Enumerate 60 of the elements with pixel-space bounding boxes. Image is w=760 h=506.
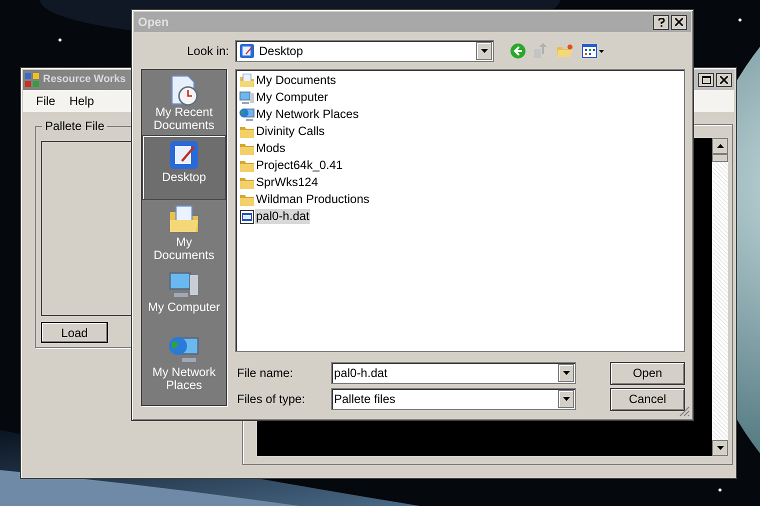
dropdown-button[interactable] xyxy=(558,364,574,382)
computer-icon xyxy=(239,90,255,106)
file-list-entry[interactable]: My Computer xyxy=(255,90,330,105)
globe-computer-icon xyxy=(239,106,255,122)
close-button[interactable] xyxy=(716,73,732,87)
maximize-icon xyxy=(702,76,710,84)
cancel-button[interactable]: Cancel xyxy=(610,388,685,410)
scroll-down-button[interactable] xyxy=(712,440,728,456)
maximize-button[interactable] xyxy=(698,73,714,87)
look-in-value: Desktop xyxy=(259,43,304,60)
dialog-title: Open xyxy=(138,14,169,31)
place-item[interactable]: My Documents xyxy=(142,200,226,265)
app-icon xyxy=(25,73,39,87)
caret-icon xyxy=(562,397,570,401)
file-list-entry[interactable]: My Network Places xyxy=(255,107,360,122)
help-button[interactable] xyxy=(653,14,669,30)
question-mark-icon xyxy=(658,18,664,26)
file-list-entry[interactable]: Divinity Calls xyxy=(255,124,326,139)
file-name-label: File name: xyxy=(237,365,294,382)
dropdown-button[interactable] xyxy=(476,42,492,60)
down-triangle-icon xyxy=(716,446,724,450)
scroll-thumb[interactable] xyxy=(712,154,728,162)
file-type-label: Files of type: xyxy=(237,391,306,408)
scroll-up-button[interactable] xyxy=(712,138,728,154)
place-item[interactable]: Desktop xyxy=(142,135,226,200)
menu-item[interactable]: File xyxy=(31,92,60,110)
place-item[interactable]: My Network Places xyxy=(142,330,226,395)
open-button[interactable]: Open xyxy=(610,362,685,384)
file-icon xyxy=(239,208,255,224)
close-icon xyxy=(675,18,683,26)
file-name-field[interactable]: pal0-h.dat xyxy=(331,362,576,384)
file-list-entry[interactable]: Mods xyxy=(255,141,286,156)
file-type-value: Pallete files xyxy=(334,391,396,408)
window-title: Resource Works xyxy=(43,72,126,88)
look-in-label: Look in: xyxy=(186,43,229,60)
desktop-icon xyxy=(168,139,200,171)
close-button[interactable] xyxy=(671,14,687,30)
folder-document-icon xyxy=(239,72,255,88)
new-folder-icon[interactable] xyxy=(557,44,573,58)
close-icon xyxy=(720,76,728,84)
file-list-entry[interactable]: Wildman Productions xyxy=(255,192,370,207)
group-title: Pallete File xyxy=(42,119,108,133)
up-triangle-icon xyxy=(716,144,724,148)
caret-icon xyxy=(480,49,488,53)
view-menu-icon[interactable] xyxy=(582,44,604,58)
place-item[interactable]: My Recent Documents xyxy=(142,70,226,135)
dropdown-button[interactable] xyxy=(558,390,574,408)
caret-icon xyxy=(562,371,570,375)
place-item[interactable]: My Computer xyxy=(142,265,226,330)
file-list-entry[interactable]: My Documents xyxy=(255,73,338,88)
file-list-entry[interactable]: pal0-h.dat xyxy=(255,209,310,224)
resize-grip-icon[interactable] xyxy=(679,406,690,417)
file-name-value: pal0-h.dat xyxy=(334,365,388,382)
file-list-entry[interactable]: SprWks124 xyxy=(255,175,320,190)
look-in-dropdown[interactable]: Desktop xyxy=(235,40,494,62)
desktop-icon xyxy=(239,43,255,59)
load-button[interactable]: Load xyxy=(41,322,108,343)
menu-item[interactable]: Help xyxy=(64,92,100,110)
file-list-entry[interactable]: Project64k_0.41 xyxy=(255,158,344,173)
file-type-dropdown[interactable]: Pallete files xyxy=(331,388,576,410)
